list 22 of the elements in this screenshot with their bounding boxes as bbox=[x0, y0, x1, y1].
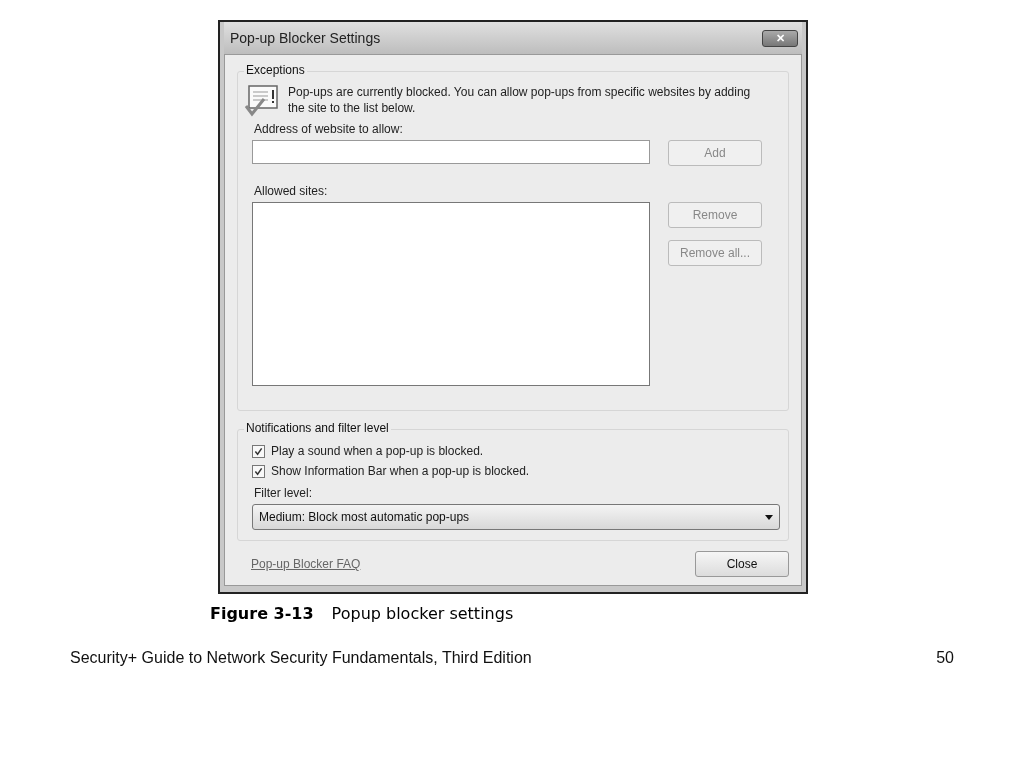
list-label: Allowed sites: bbox=[254, 184, 329, 198]
figure-caption: Popup blocker settings bbox=[331, 604, 514, 623]
group-title: Exceptions bbox=[244, 63, 307, 77]
checkbox[interactable] bbox=[252, 464, 265, 478]
warning-list-icon bbox=[244, 84, 280, 118]
footer-text: Security+ Guide to Network Security Fundamentals, Third Edition bbox=[70, 649, 532, 667]
field-label: Filter level: bbox=[254, 486, 313, 500]
checkbox-label: Play a sound when a pop-up is blocked. bbox=[271, 444, 484, 458]
figure-number: Figure 3-13 bbox=[210, 604, 314, 623]
close-button[interactable]: Close bbox=[695, 551, 789, 577]
caret-icon bbox=[765, 514, 773, 520]
faq-link[interactable]: Pop-up Blocker FAQ bbox=[251, 557, 361, 571]
close-button[interactable]: ✕ bbox=[762, 29, 798, 47]
info-text: Pop-ups are currently blocked. You can allow pop-ups from specific websites by adding the site to the list below. bbox=[288, 84, 752, 116]
page-number: 50 bbox=[936, 649, 954, 667]
window-title: Pop-up Blocker Settings bbox=[230, 30, 381, 46]
field-label: Address of website to allow: bbox=[254, 122, 404, 136]
checkbox-label: Show Information Bar when a pop-up is blocked. bbox=[271, 464, 530, 478]
group-title: Notifications and filter level bbox=[244, 421, 391, 435]
address-field[interactable] bbox=[252, 140, 650, 164]
filter-level-dropdown[interactable]: Medium: Block most automatic pop-ups bbox=[252, 504, 780, 530]
checkbox[interactable] bbox=[252, 444, 265, 458]
